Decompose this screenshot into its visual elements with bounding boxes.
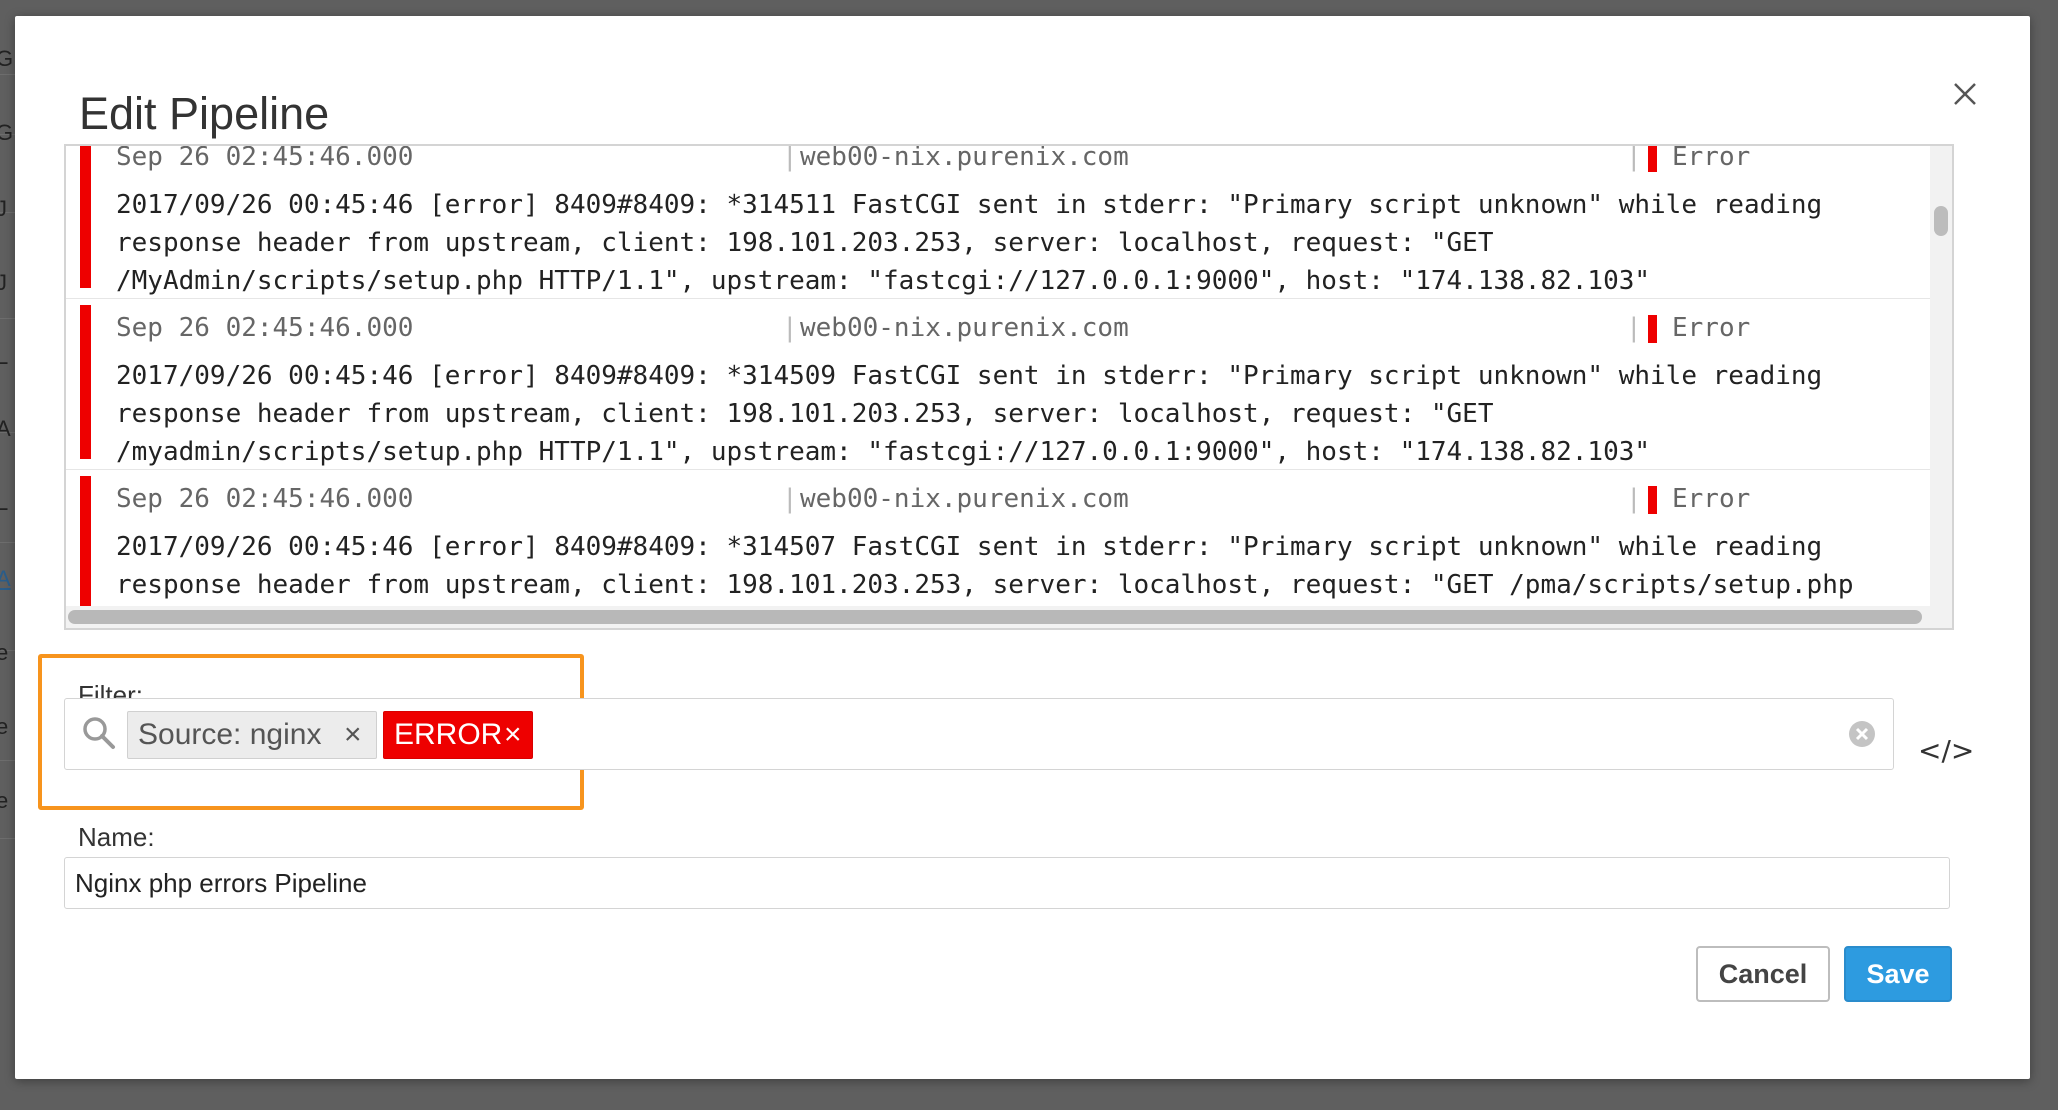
filter-pill-label: ERROR xyxy=(394,718,503,751)
close-icon[interactable] xyxy=(1943,72,1987,116)
separator: | xyxy=(782,313,798,343)
log-message-line: response header from upstream, client: 1… xyxy=(116,399,1494,429)
log-preview[interactable]: Sep 26 02:45:46.000 | web00-nix.purenix.co… xyxy=(64,144,1954,630)
log-host: web00-nix.purenix.com xyxy=(800,484,1129,514)
log-meta: Sep 26 02:45:46.000 | web00-nix.purenix.co… xyxy=(116,484,1916,518)
severity-indicator xyxy=(1648,146,1657,172)
log-severity: Error xyxy=(1672,313,1751,343)
log-host: web00-nix.purenix.com xyxy=(800,313,1129,343)
pipeline-name-input[interactable] xyxy=(64,857,1950,909)
log-message: 2017/09/26 00:45:46 [error] 8409#8409: *… xyxy=(116,186,1916,300)
log-message-line: 2017/09/26 00:45:46 [error] 8409#8409: *… xyxy=(116,532,1823,562)
filter-input[interactable]: Source: nginx × ERROR × xyxy=(64,698,1894,770)
log-entry[interactable]: Sep 26 02:45:46.000 | web00-nix.purenix.co… xyxy=(66,144,1932,300)
severity-indicator xyxy=(1648,486,1657,514)
modal-title: Edit Pipeline xyxy=(79,88,330,139)
background-text: J xyxy=(0,270,7,295)
log-list: Sep 26 02:45:46.000 | web00-nix.purenix.co… xyxy=(66,144,1932,628)
background-text: L xyxy=(0,490,9,515)
vertical-scrollbar[interactable] xyxy=(1934,206,1948,236)
error-severity-bar xyxy=(80,305,91,459)
log-timestamp: Sep 26 02:45:46.000 xyxy=(116,144,414,172)
background-text: e xyxy=(0,788,9,813)
horizontal-scrollbar[interactable] xyxy=(68,610,1922,624)
separator: | xyxy=(1626,313,1642,343)
separator: | xyxy=(1626,144,1642,172)
log-message: 2017/09/26 00:45:46 [error] 8409#8409: *… xyxy=(116,357,1916,471)
search-icon xyxy=(83,717,115,749)
log-message-line: response header from upstream, client: 1… xyxy=(116,570,1854,600)
log-message-line: /MyAdmin/scripts/setup.php HTTP/1.1", up… xyxy=(116,266,1651,296)
log-message-line: response header from upstream, client: 1… xyxy=(116,228,1494,258)
log-host: web00-nix.purenix.com xyxy=(800,144,1129,172)
log-timestamp: Sep 26 02:45:46.000 xyxy=(116,484,414,514)
code-view-toggle-icon[interactable]: </> xyxy=(1918,734,1974,767)
background-text: A xyxy=(0,416,11,441)
filter-pill-label: Source: nginx xyxy=(138,718,322,751)
log-severity: Error xyxy=(1672,484,1751,514)
remove-filter-source-button[interactable]: × xyxy=(344,712,362,758)
background-text: L xyxy=(0,344,9,369)
background-link: A xyxy=(0,566,11,591)
log-meta: Sep 26 02:45:46.000 | web00-nix.purenix.co… xyxy=(116,144,1916,176)
error-severity-bar xyxy=(80,146,91,288)
log-message-line: 2017/09/26 00:45:46 [error] 8409#8409: *… xyxy=(116,361,1823,391)
background-text: G xyxy=(0,46,14,71)
log-timestamp: Sep 26 02:45:46.000 xyxy=(116,313,414,343)
background-text: e xyxy=(0,714,9,739)
separator: | xyxy=(782,144,798,172)
severity-indicator xyxy=(1648,315,1657,343)
background-text: J xyxy=(0,196,7,221)
filter-pill-source: Source: nginx × xyxy=(127,711,377,759)
separator: | xyxy=(1626,484,1642,514)
background-text: e xyxy=(0,640,9,665)
cancel-button[interactable]: Cancel xyxy=(1696,946,1830,1002)
log-message-line: 2017/09/26 00:45:46 [error] 8409#8409: *… xyxy=(116,190,1823,220)
log-message-line: /myadmin/scripts/setup.php HTTP/1.1", up… xyxy=(116,437,1651,467)
log-meta: Sep 26 02:45:46.000 | web00-nix.purenix.co… xyxy=(116,313,1916,347)
log-entry[interactable]: Sep 26 02:45:46.000 | web00-nix.purenix.co… xyxy=(66,299,1932,470)
log-severity: Error xyxy=(1672,144,1751,172)
filter-pill-error: ERROR × xyxy=(383,711,533,759)
remove-filter-error-button[interactable]: × xyxy=(504,712,522,758)
name-label: Name: xyxy=(78,822,155,852)
clear-filter-icon[interactable] xyxy=(1849,721,1875,747)
background-text: G xyxy=(0,120,14,145)
separator: | xyxy=(782,484,798,514)
save-button[interactable]: Save xyxy=(1844,946,1952,1002)
